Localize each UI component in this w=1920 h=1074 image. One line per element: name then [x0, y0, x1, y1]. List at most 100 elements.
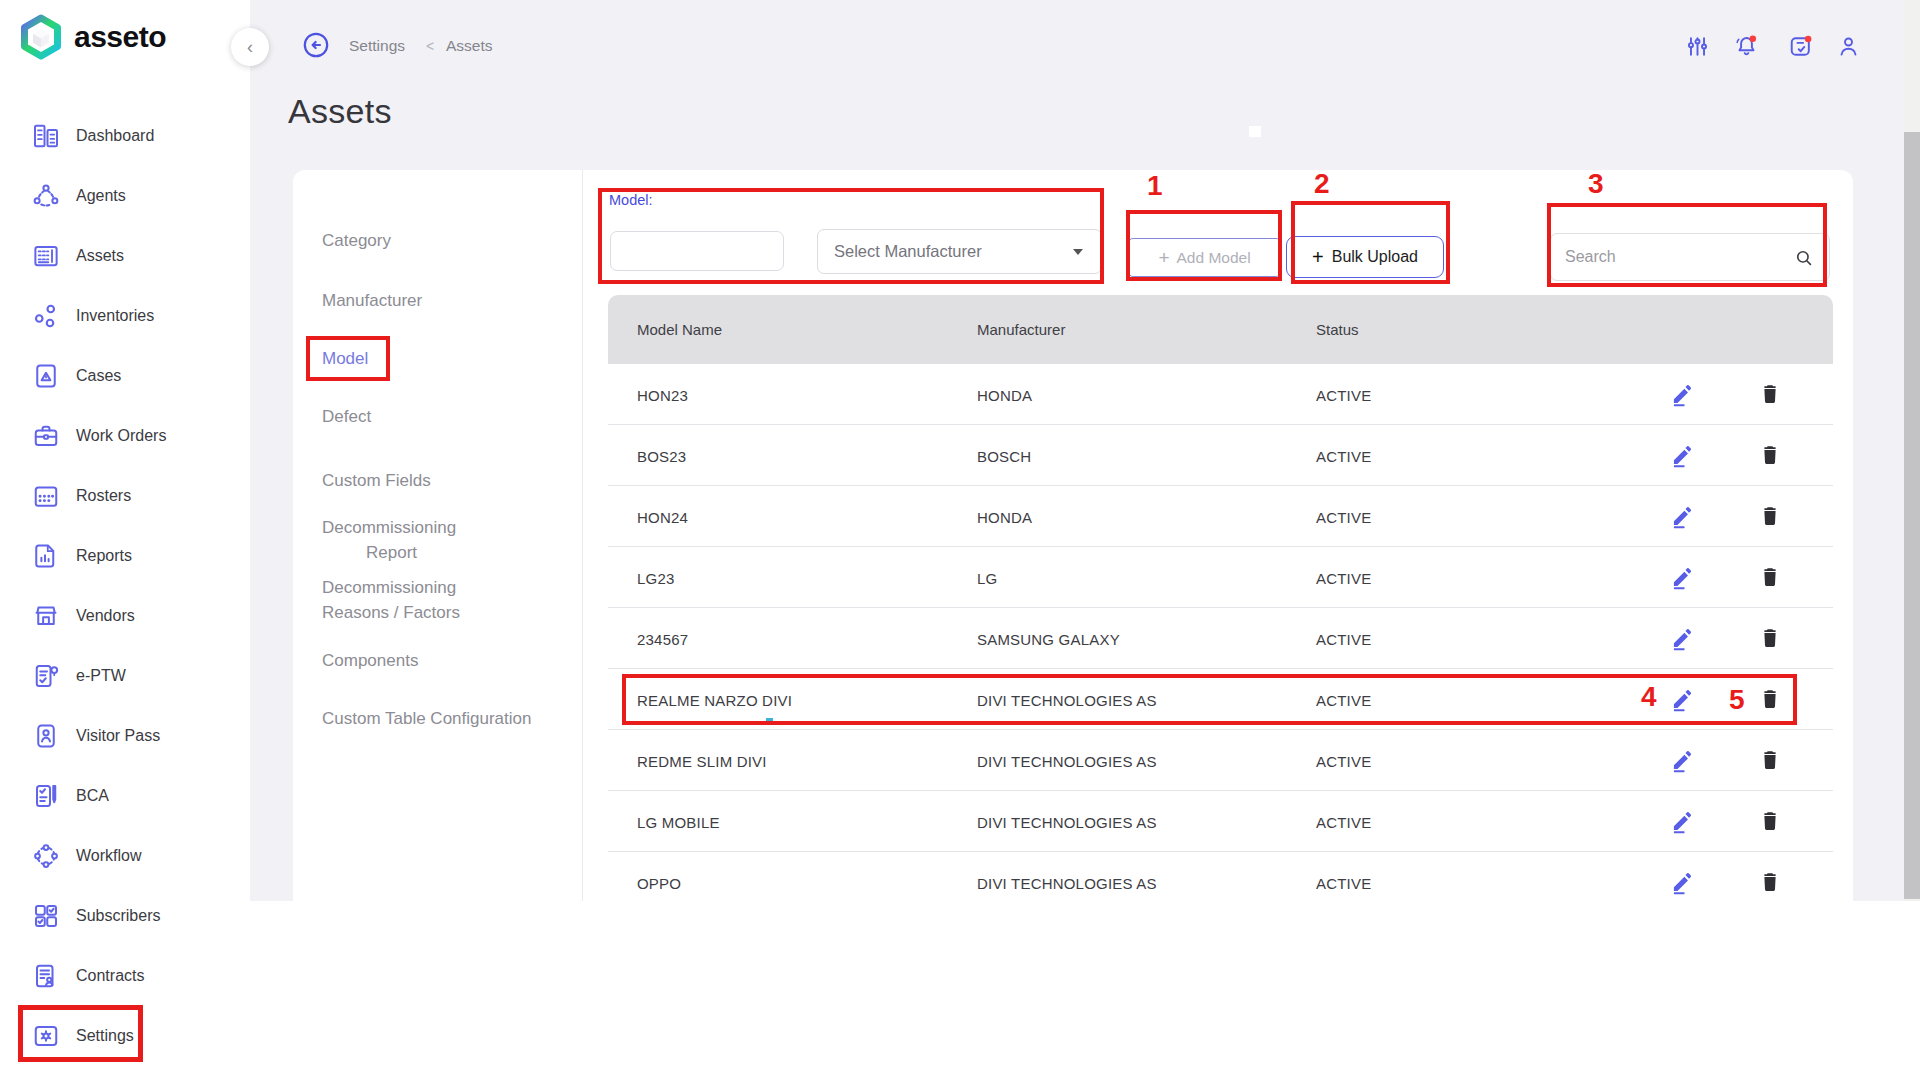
column-header-model-name: Model Name	[637, 321, 722, 338]
sidebar-collapse-button[interactable]: ‹	[231, 28, 269, 66]
column-header-status: Status	[1316, 321, 1359, 338]
id-card-icon	[31, 721, 61, 751]
sidebar-item-e-ptw[interactable]: e-PTW	[0, 646, 250, 706]
breadcrumb-settings[interactable]: Settings	[349, 37, 405, 55]
settings-nav-item-label: Decommissioning	[322, 515, 456, 540]
model-filter-input[interactable]	[610, 231, 784, 271]
manufacturer-select[interactable]: Select Manufacturer	[817, 229, 1102, 274]
edit-pencil-icon[interactable]	[1670, 564, 1696, 590]
cell-manufacturer: HONDA	[977, 509, 1032, 526]
asseto-logo-icon	[18, 14, 64, 60]
chevron-down-icon	[1073, 249, 1083, 255]
edit-pencil-icon[interactable]	[1670, 808, 1696, 834]
sidebar-item-assets[interactable]: Assets	[0, 226, 250, 286]
search-icon	[1793, 247, 1815, 269]
assets-icon	[31, 241, 61, 271]
settings-nav-item-label: Defect	[322, 404, 371, 429]
edit-pencil-icon[interactable]	[1670, 503, 1696, 529]
scrollbar-thumb[interactable]	[1904, 132, 1920, 899]
add-model-button[interactable]: + Add Model	[1128, 238, 1281, 277]
table-row: LG MOBILEDIVI TECHNOLOGIES ASACTIVE	[608, 791, 1833, 852]
sidebar-item-agents[interactable]: Agents	[0, 166, 250, 226]
trash-icon[interactable]	[1758, 870, 1782, 894]
sidebar-item-subscribers[interactable]: Subscribers	[0, 886, 250, 946]
table-row: REDME SLIM DIVIDIVI TECHNOLOGIES ASACTIV…	[608, 730, 1833, 791]
manufacturer-select-value: Select Manufacturer	[834, 242, 982, 261]
search-input[interactable]	[1565, 248, 1775, 266]
report-doc-icon	[31, 541, 61, 571]
trash-icon[interactable]	[1758, 626, 1782, 650]
edit-pencil-icon[interactable]	[1670, 686, 1696, 712]
table-body: HON23HONDAACTIVEBOS23BOSCHACTIVEHON24HON…	[608, 364, 1833, 901]
agents-icon	[31, 181, 61, 211]
edit-pencil-icon[interactable]	[1670, 381, 1696, 407]
table-header: Model Name Manufacturer Status	[608, 295, 1833, 364]
settings-nav-item-components[interactable]: Components	[322, 648, 418, 672]
trash-icon[interactable]	[1758, 565, 1782, 589]
annotation-number-1: 1	[1147, 170, 1163, 202]
user-icon[interactable]	[1835, 33, 1862, 60]
cell-model-name: HON24	[637, 509, 688, 526]
table-row: HON23HONDAACTIVE	[608, 364, 1833, 425]
sidebar-item-vendors[interactable]: Vendors	[0, 586, 250, 646]
trash-icon[interactable]	[1758, 504, 1782, 528]
settings-nav-item-decommissioning-report[interactable]: DecommissioningReport	[322, 515, 456, 539]
sidebar-item-cases[interactable]: Cases	[0, 346, 250, 406]
edit-pencil-icon[interactable]	[1670, 442, 1696, 468]
sidebar-item-contracts[interactable]: Contracts	[0, 946, 250, 1006]
trash-icon[interactable]	[1758, 748, 1782, 772]
sidebar-item-rosters[interactable]: Rosters	[0, 466, 250, 526]
settings-nav-item-custom-table-configuration[interactable]: Custom Table Configuration	[322, 706, 531, 730]
settings-nav-item-category[interactable]: Category	[322, 228, 391, 252]
settings-nav-item-manufacturer[interactable]: Manufacturer	[322, 288, 422, 312]
cell-model-name: BOS23	[637, 448, 686, 465]
table-row: 234567SAMSUNG GALAXYACTIVE	[608, 608, 1833, 669]
back-arrow-icon[interactable]	[302, 31, 330, 59]
settings-nav-item-model[interactable]: Model	[322, 346, 368, 370]
settings-nav-item-label: Reasons / Factors	[322, 600, 460, 625]
trash-icon[interactable]	[1758, 443, 1782, 467]
breadcrumb-separator: <	[426, 38, 434, 54]
sidebar-item-label: Subscribers	[76, 907, 160, 925]
sidebar-item-label: Dashboard	[76, 127, 154, 145]
trash-icon[interactable]	[1758, 809, 1782, 833]
sidebar-item-label: Rosters	[76, 487, 131, 505]
cell-status: ACTIVE	[1316, 875, 1371, 892]
annotation-number-4: 4	[1641, 681, 1657, 713]
annotation-number-5: 5	[1729, 684, 1745, 716]
settings-nav-item-label: Custom Fields	[322, 468, 431, 493]
filter-sliders-icon[interactable]	[1684, 33, 1711, 60]
edit-pencil-icon[interactable]	[1670, 869, 1696, 895]
sidebar-item-workflow[interactable]: Workflow	[0, 826, 250, 886]
trash-icon[interactable]	[1758, 687, 1782, 711]
bulk-upload-button[interactable]: + Bulk Upload	[1286, 236, 1444, 278]
sidebar-item-settings[interactable]: Settings	[0, 1006, 250, 1066]
search-field[interactable]	[1550, 233, 1830, 281]
sidebar-item-dashboard[interactable]: Dashboard	[0, 106, 250, 166]
edit-pencil-icon[interactable]	[1670, 747, 1696, 773]
cursor-artifact	[1249, 126, 1261, 137]
sidebar-item-work-orders[interactable]: Work Orders	[0, 406, 250, 466]
sidebar-item-reports[interactable]: Reports	[0, 526, 250, 586]
cell-model-name: REDME SLIM DIVI	[637, 753, 767, 770]
trash-icon[interactable]	[1758, 382, 1782, 406]
settings-box-icon	[31, 1021, 61, 1051]
task-check-icon[interactable]	[1787, 33, 1814, 60]
inventories-icon	[31, 301, 61, 331]
sidebar-item-inventories[interactable]: Inventories	[0, 286, 250, 346]
page-title: Assets	[288, 92, 392, 131]
cell-model-name: REALME NARZO DIVI	[637, 692, 792, 709]
sidebar-item-bca[interactable]: BCA	[0, 766, 250, 826]
settings-nav-item-decommissioning-reasons-factors[interactable]: DecommissioningReasons / Factors	[322, 575, 460, 599]
sidebar-item-visitor-pass[interactable]: Visitor Pass	[0, 706, 250, 766]
settings-nav-item-custom-fields[interactable]: Custom Fields	[322, 468, 431, 492]
bell-icon[interactable]	[1733, 33, 1760, 60]
buildings-icon	[31, 121, 61, 151]
settings-nav-item-defect[interactable]: Defect	[322, 404, 371, 428]
edit-pencil-icon[interactable]	[1670, 625, 1696, 651]
brand-name: asseto	[74, 20, 166, 54]
sidebar-item-label: Reports	[76, 547, 132, 565]
plus-icon: +	[1158, 247, 1169, 269]
cell-model-name: OPPO	[637, 875, 681, 892]
breadcrumb-assets[interactable]: Assets	[446, 37, 493, 55]
